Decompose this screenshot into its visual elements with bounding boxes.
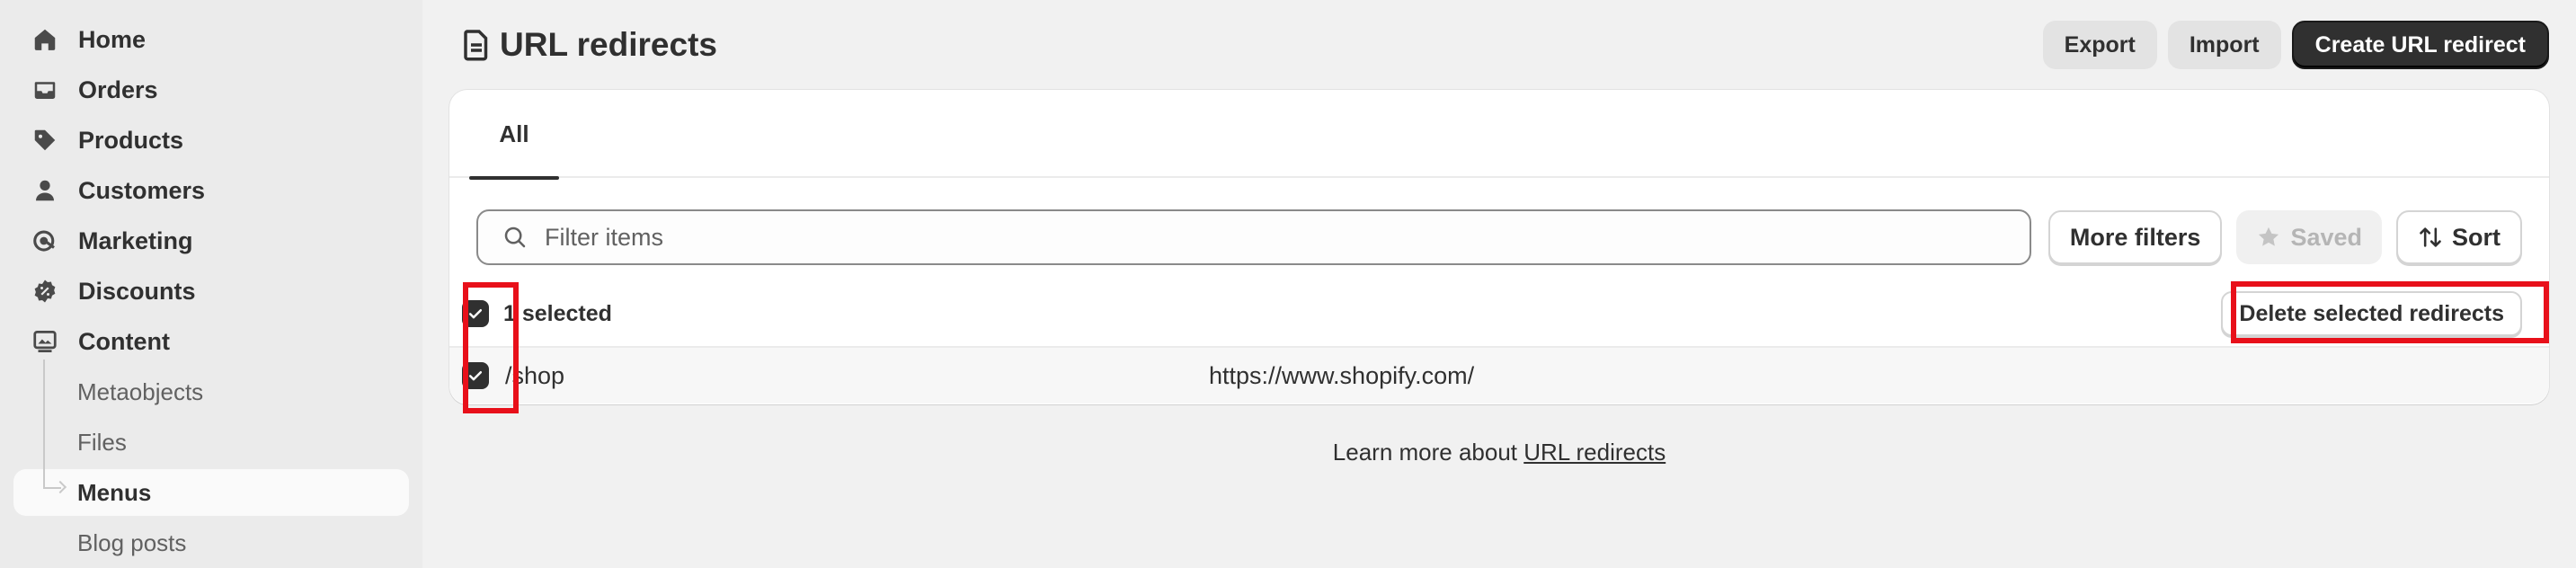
target-icon <box>31 227 58 254</box>
url-redirects-link[interactable]: URL redirects <box>1523 439 1666 466</box>
saved-label: Saved <box>2290 223 2362 251</box>
sidebar-item-content[interactable]: Content <box>13 318 409 365</box>
sidebar-item-label: Orders <box>78 75 158 103</box>
tree-connector-line <box>43 359 45 489</box>
learn-more-text: Learn more about URL redirects <box>422 439 2576 466</box>
sort-arrows-icon <box>2420 227 2441 247</box>
table-row[interactable]: /shop https://www.shopify.com/ <box>449 346 2549 404</box>
redirects-card: All More filters <box>449 90 2549 404</box>
selected-count: 1 selected <box>503 300 612 326</box>
sidebar-item-customers[interactable]: Customers <box>13 167 409 214</box>
highlight-checkboxes <box>463 282 519 413</box>
document-icon <box>464 30 488 61</box>
sidebar-item-label: Products <box>78 126 184 154</box>
sidebar-subitem-label: Blog posts <box>77 528 187 556</box>
header-actions: Export Import Create URL redirect <box>2042 21 2549 69</box>
search-icon <box>504 226 526 248</box>
sidebar-item-discounts[interactable]: Discounts <box>13 268 409 315</box>
sidebar: Home Orders Products Customers Marketing <box>0 0 422 568</box>
person-icon <box>31 177 58 204</box>
tab-bar: All <box>449 90 2549 180</box>
highlight-delete-button <box>2231 281 2549 343</box>
sidebar-item-home[interactable]: Home <box>13 16 409 63</box>
discount-icon <box>31 278 58 305</box>
sidebar-item-products[interactable]: Products <box>13 117 409 164</box>
search-box[interactable] <box>476 209 2031 265</box>
more-filters-label: More filters <box>2069 223 2201 251</box>
sidebar-subitem-label: Metaobjects <box>77 377 204 405</box>
learn-more-prefix: Learn more about <box>1332 439 1524 466</box>
import-button[interactable]: Import <box>2167 21 2281 69</box>
home-icon <box>31 26 58 53</box>
tag-icon <box>31 127 58 154</box>
inbox-icon <box>31 76 58 103</box>
app: Home Orders Products Customers Marketing <box>0 0 2576 568</box>
sort-label: Sort <box>2452 223 2500 251</box>
redirect-to: https://www.shopify.com/ <box>1209 361 1475 389</box>
export-button[interactable]: Export <box>2042 21 2157 69</box>
search-input[interactable] <box>545 223 2030 252</box>
saved-button: Saved <box>2236 210 2382 264</box>
sidebar-subitem-metaobjects[interactable]: Metaobjects <box>13 368 409 415</box>
sidebar-subitem-menus[interactable]: Menus <box>13 469 409 516</box>
sidebar-subitem-label: Menus <box>77 478 152 506</box>
page-title-text: URL redirects <box>500 26 717 63</box>
more-filters-button[interactable]: More filters <box>2047 210 2223 264</box>
filter-actions: More filters Saved Sort <box>2047 210 2522 264</box>
sidebar-item-label: Home <box>78 25 147 53</box>
sidebar-item-label: Discounts <box>78 277 196 305</box>
page-header: URL redirects Export Import Create URL r… <box>462 20 2549 70</box>
sidebar-subitem-blog-posts[interactable]: Blog posts <box>13 519 409 566</box>
sort-button[interactable]: Sort <box>2396 210 2522 264</box>
page-title: URL redirects <box>462 26 717 64</box>
sidebar-item-label: Marketing <box>78 226 193 254</box>
sidebar-subitem-label: Files <box>77 428 127 456</box>
sidebar-item-label: Customers <box>78 176 206 204</box>
sidebar-subitem-files[interactable]: Files <box>13 419 409 466</box>
sidebar-item-marketing[interactable]: Marketing <box>13 217 409 264</box>
filter-bar: More filters Saved Sort <box>476 209 2522 266</box>
create-url-redirect-button[interactable]: Create URL redirect <box>2291 21 2549 69</box>
star-icon <box>2259 226 2279 246</box>
sidebar-item-label: Content <box>78 327 170 355</box>
tab-all[interactable]: All <box>469 90 559 180</box>
image-icon <box>31 328 58 355</box>
sidebar-item-orders[interactable]: Orders <box>13 67 409 113</box>
